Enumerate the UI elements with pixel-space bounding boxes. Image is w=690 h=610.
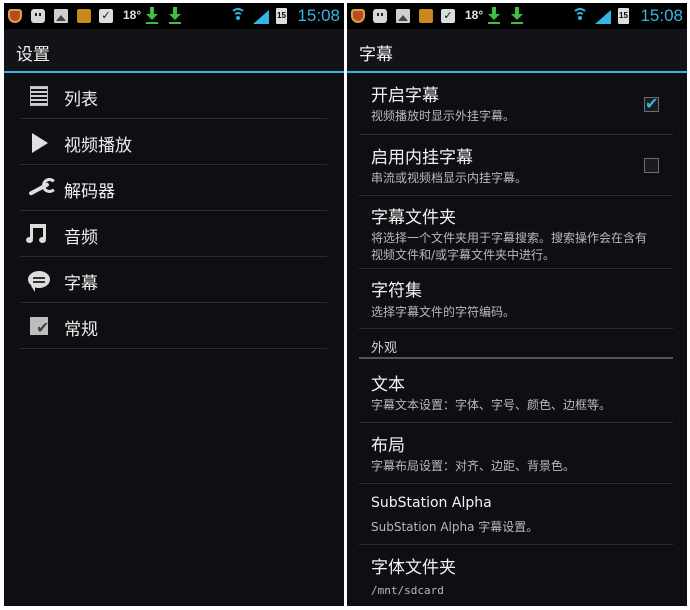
- action-bar: 设置: [4, 29, 344, 73]
- pref-title: 文本: [371, 375, 405, 395]
- pref-layout[interactable]: 布局 字幕布局设置：对齐、边距、背景色。: [359, 423, 673, 484]
- pref-title: 启用内挂字幕: [371, 148, 473, 168]
- page-title: 设置: [16, 45, 50, 65]
- battery-icon: 15: [618, 8, 629, 24]
- download-icon: [511, 7, 523, 23]
- action-bar: 字幕: [347, 29, 687, 73]
- embedded-subtitles-checkbox[interactable]: [644, 158, 659, 173]
- settings-screen: ✓ 18° 15 15:08 设置 列表 视频播放 解码器 音频 字幕 ✔ 常规: [4, 3, 344, 606]
- pref-summary: /mnt/sdcard: [371, 584, 444, 597]
- wifi-icon: [230, 8, 246, 24]
- app-notification-icon: [373, 9, 387, 23]
- pref-subtitle-folder[interactable]: 字幕文件夹 将选择一个文件夹用于字幕搜索。搜索操作会在含有视频文件和/或字幕文件…: [359, 196, 673, 269]
- download-base-icon: [146, 22, 158, 24]
- gallery-icon: [396, 9, 410, 23]
- gallery-icon: [54, 9, 68, 23]
- settings-item-label: 音频: [64, 228, 98, 248]
- pref-embedded-subtitles[interactable]: 启用内挂字幕 串流或视频档显示内挂字幕。: [359, 135, 673, 196]
- settings-item-video-playback[interactable]: 视频播放: [20, 119, 327, 165]
- clock: 15:08: [297, 6, 340, 25]
- security-shield-icon: [8, 9, 22, 23]
- task-check-icon: ✓: [441, 9, 455, 23]
- download-base-icon: [511, 22, 523, 24]
- category-label: 外观: [371, 341, 398, 356]
- music-note-icon: [26, 222, 50, 246]
- pref-font-folder[interactable]: 字体文件夹 /mnt/sdcard: [359, 545, 673, 606]
- category-appearance: 外观: [359, 335, 673, 359]
- subtitle-settings-screen: ✓ 18° 15 15:08 字幕 开启字幕 视频播放时显示外挂字幕。 启用内挂…: [347, 3, 687, 606]
- settings-item-audio[interactable]: 音频: [20, 211, 327, 257]
- pref-summary: 字幕布局设置：对齐、边距、背景色。: [371, 459, 576, 473]
- wrench-icon: [26, 176, 57, 200]
- pref-title: 开启字幕: [371, 86, 439, 106]
- settings-item-list[interactable]: 列表: [20, 73, 327, 119]
- status-bar: ✓ 18° 15 15:08: [347, 3, 687, 29]
- settings-item-label: 解码器: [64, 182, 115, 202]
- pref-title: 字体文件夹: [371, 558, 456, 578]
- download-base-icon: [169, 22, 181, 24]
- pref-summary: 选择字幕文件的字符编码。: [371, 305, 516, 319]
- battery-icon: 15: [276, 8, 287, 24]
- pref-title: 布局: [371, 436, 405, 456]
- signal-icon: [253, 10, 269, 24]
- book-icon: [419, 9, 433, 23]
- status-bar: ✓ 18° 15 15:08: [4, 3, 344, 29]
- signal-icon: [595, 10, 611, 24]
- list-icon: [30, 86, 48, 106]
- pref-enable-subtitles[interactable]: 开启字幕 视频播放时显示外挂字幕。: [359, 73, 673, 135]
- pref-title: SubStation Alpha: [371, 495, 492, 511]
- settings-item-label: 字幕: [64, 274, 98, 294]
- settings-item-decoder[interactable]: 解码器: [20, 165, 327, 211]
- pref-summary: 将选择一个文件夹用于字幕搜索。搜索操作会在含有视频文件和/或字幕文件夹中进行。: [371, 231, 648, 262]
- download-base-icon: [488, 22, 500, 24]
- settings-item-label: 列表: [64, 90, 98, 110]
- wifi-icon: [572, 8, 588, 24]
- enable-subtitles-checkbox[interactable]: [644, 94, 659, 113]
- settings-item-subtitles[interactable]: 字幕: [20, 257, 327, 303]
- pref-summary: 串流或视频档显示内挂字幕。: [371, 171, 528, 185]
- general-settings-icon: [30, 317, 49, 337]
- pref-text[interactable]: 文本 字幕文本设置：字体、字号、颜色、边框等。: [359, 362, 673, 423]
- pref-summary: 字幕文本设置：字体、字号、颜色、边框等。: [371, 398, 612, 412]
- temperature-text: 18°: [465, 8, 484, 22]
- pref-title: 字符集: [371, 281, 422, 301]
- clock: 15:08: [640, 6, 683, 25]
- settings-item-label: 视频播放: [64, 136, 132, 156]
- settings-item-label: 常规: [64, 320, 98, 340]
- book-icon: [77, 9, 91, 23]
- pref-substation-alpha[interactable]: SubStation Alpha SubStation Alpha 字幕设置。: [359, 484, 673, 545]
- temperature-text: 18°: [123, 8, 142, 22]
- play-icon: [32, 133, 48, 153]
- download-icon: [146, 7, 158, 23]
- download-icon: [169, 7, 181, 23]
- settings-item-general[interactable]: 常规: [20, 303, 327, 349]
- pref-charset[interactable]: 字符集 选择字幕文件的字符编码。: [359, 269, 673, 329]
- page-title: 字幕: [359, 45, 393, 65]
- security-shield-icon: [351, 9, 365, 23]
- task-check-icon: ✓: [99, 9, 113, 23]
- app-notification-icon: [31, 9, 45, 23]
- download-icon: [488, 7, 500, 23]
- pref-title: 字幕文件夹: [371, 208, 456, 228]
- pref-summary: SubStation Alpha 字幕设置。: [371, 520, 539, 534]
- speech-bubble-icon: [28, 271, 50, 292]
- pref-summary: 视频播放时显示外挂字幕。: [371, 109, 516, 123]
